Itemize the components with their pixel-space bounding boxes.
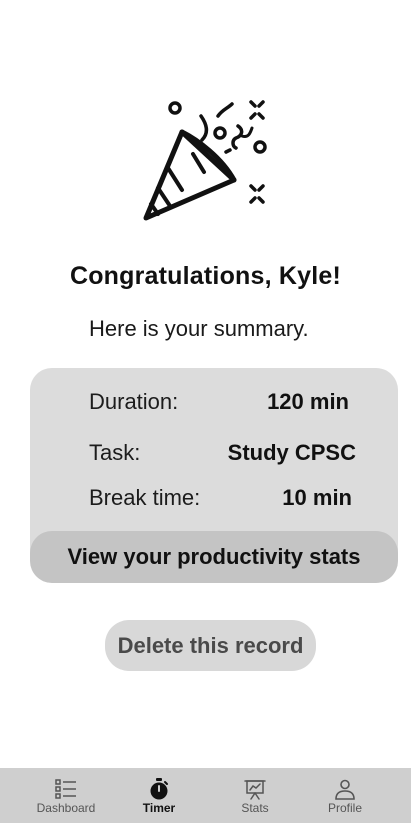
tab-profile-label: Profile: [327, 801, 362, 815]
list-icon: [55, 779, 76, 799]
person-icon: [335, 779, 355, 800]
summary-card: Duration: 120 min Task: Study CPSC Break…: [30, 368, 398, 583]
celebration-header: [0, 0, 411, 250]
duration-label: Duration:: [89, 389, 179, 414]
tab-timer[interactable]: Timer: [113, 768, 205, 823]
break-time-row: Break time: 10 min: [89, 485, 354, 515]
party-popper-icon: [143, 100, 267, 221]
task-label: Task:: [89, 440, 141, 465]
bottom-tab-bar: Dashboard Timer Stats Profile: [0, 768, 411, 823]
tab-dashboard-label: Dashboard: [36, 801, 96, 815]
tab-dashboard[interactable]: Dashboard: [20, 768, 112, 823]
tab-stats-label: Stats: [241, 801, 269, 815]
stopwatch-icon: [150, 778, 168, 800]
task-value: Study CPSC: [227, 440, 356, 465]
tab-profile[interactable]: Profile: [299, 768, 391, 823]
congratulations-title: Congratulations, Kyle!: [69, 262, 342, 290]
break-time-label: Break time:: [89, 485, 201, 510]
task-row: Task: Study CPSC: [89, 440, 356, 470]
summary-subtitle: Here is your summary.: [89, 316, 309, 341]
duration-row: Duration: 120 min: [89, 389, 354, 419]
tab-stats[interactable]: Stats: [209, 768, 301, 823]
duration-value: 120 min: [267, 389, 349, 414]
presentation-chart-icon: [244, 779, 266, 800]
tab-timer-label: Timer: [142, 801, 176, 815]
delete-record-button[interactable]: Delete this record: [105, 620, 316, 671]
break-time-value: 10 min: [282, 485, 352, 510]
view-stats-button[interactable]: View your productivity stats: [30, 531, 398, 583]
